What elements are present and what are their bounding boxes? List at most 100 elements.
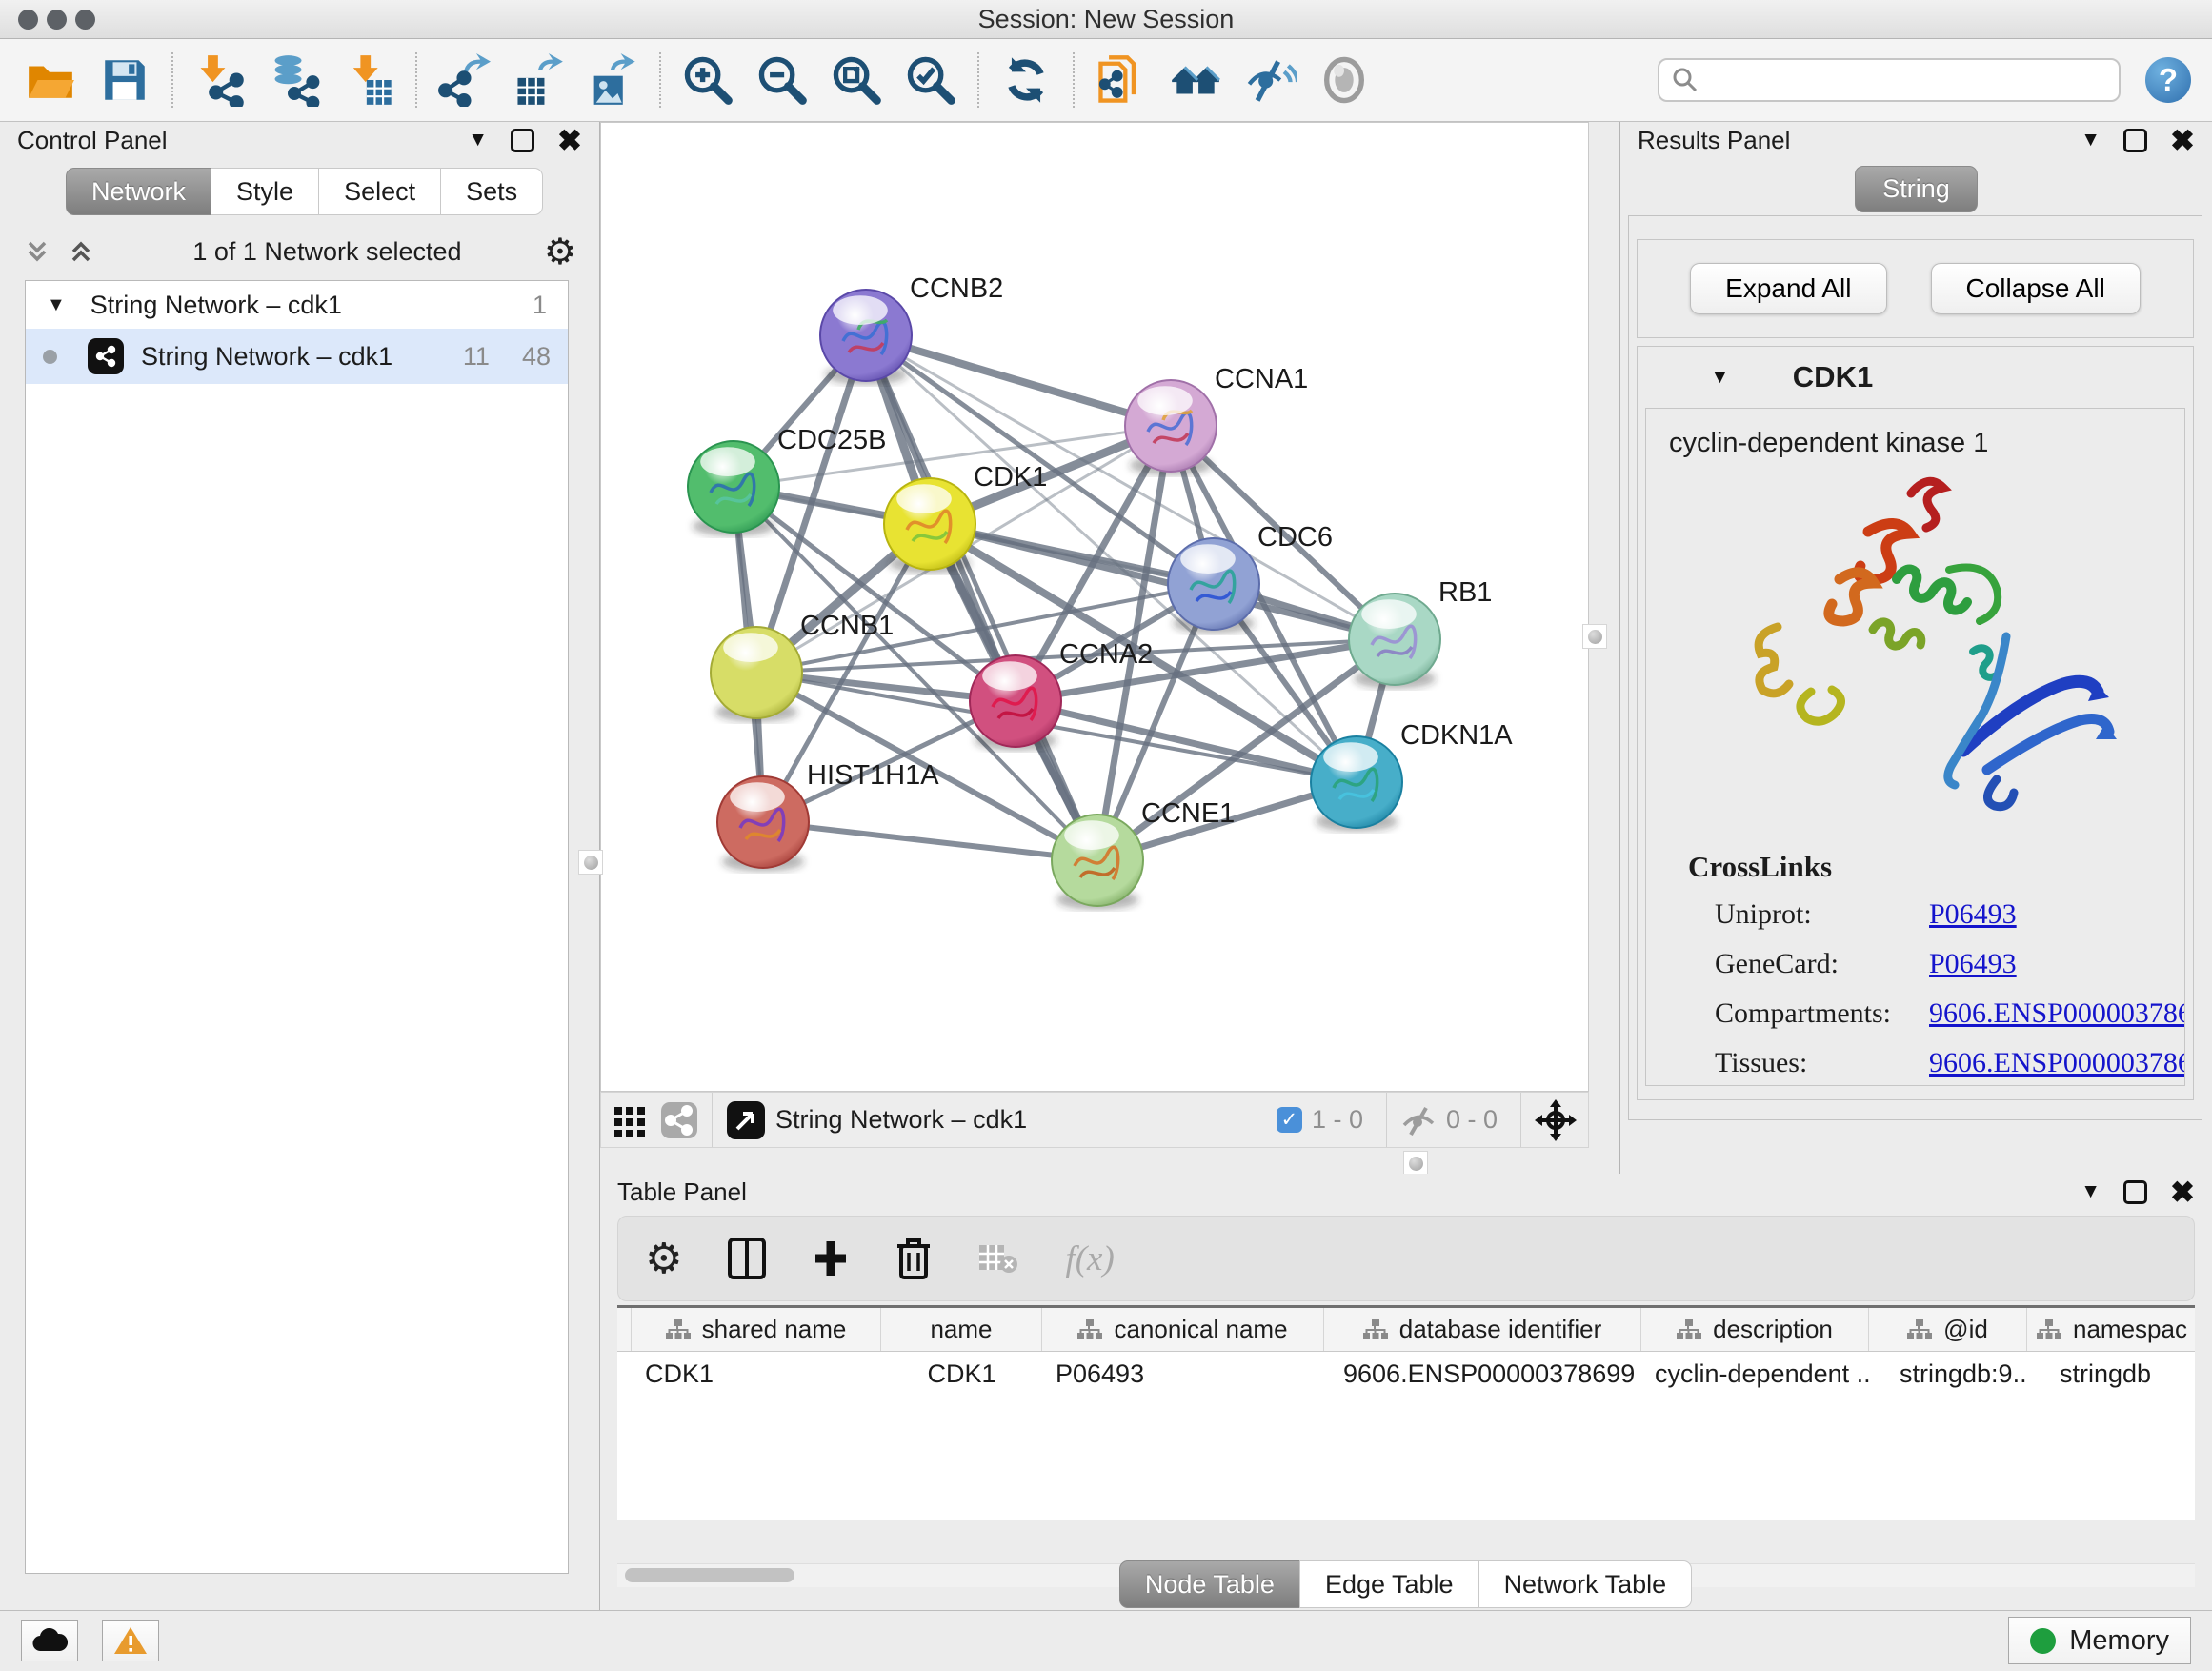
string-view-icon[interactable] (660, 1101, 698, 1139)
shared-column-icon (1363, 1319, 1388, 1341)
window-close-icon[interactable] (18, 10, 38, 30)
apply-style-button[interactable] (989, 48, 1063, 112)
table-options-gear-icon[interactable]: ⚙ (645, 1235, 682, 1283)
bottom-splitter-handle[interactable] (1403, 1151, 1428, 1176)
column-header-canonical-name[interactable]: canonical name (1042, 1308, 1324, 1351)
tab-select[interactable]: Select (318, 168, 441, 215)
hidden-eye-icon[interactable] (1400, 1104, 1437, 1137)
tab-sets[interactable]: Sets (440, 168, 543, 215)
crosslinks-section: CrossLinks Uniprot: P06493 GeneCard: P06… (1646, 835, 2184, 1086)
help-button[interactable]: ? (2145, 57, 2191, 103)
import-table-button[interactable] (332, 48, 406, 112)
section-caret-icon[interactable]: ▼ (1710, 366, 1730, 389)
expand-all-icon[interactable] (67, 237, 95, 266)
table-row[interactable]: CDK1 CDK1 P06493 9606.ENSP00000378699 cy… (617, 1352, 2195, 1396)
toolbar-right-group: ? (1658, 57, 2212, 103)
column-header-name[interactable]: name (881, 1308, 1042, 1351)
network-collection-row[interactable]: ▼ String Network – cdk1 1 (26, 281, 568, 329)
panel-menu-icon[interactable]: ▼ (2081, 129, 2101, 151)
fit-content-crosshair-icon[interactable] (1535, 1099, 1577, 1141)
network-tree: ▼ String Network – cdk1 1 String Network… (25, 280, 569, 1574)
node-label: HIST1H1A (807, 760, 939, 791)
window-minimize-icon[interactable] (47, 10, 67, 30)
grid-view-icon[interactable] (613, 1103, 647, 1137)
export-table-button[interactable] (501, 48, 575, 112)
import-network-from-database-button[interactable] (257, 48, 332, 112)
delete-table-icon (977, 1241, 1019, 1276)
tab-network[interactable]: Network (66, 168, 211, 215)
main-toolbar: ? (0, 39, 2212, 122)
add-column-icon[interactable] (812, 1238, 850, 1279)
show-columns-icon[interactable] (728, 1238, 766, 1279)
tab-edge-table[interactable]: Edge Table (1299, 1560, 1479, 1608)
search-input[interactable] (1699, 65, 2103, 96)
column-header-id[interactable]: @id (1869, 1308, 2027, 1351)
network-edge[interactable] (763, 822, 1097, 860)
tab-network-table[interactable]: Network Table (1478, 1560, 1693, 1608)
memory-button[interactable]: Memory (2008, 1617, 2191, 1664)
close-panel-icon[interactable]: ✖ (2170, 126, 2195, 155)
statusbar-separator (712, 1093, 713, 1147)
collapse-all-icon[interactable] (23, 237, 51, 266)
crosslink-row: GeneCard: P06493 (1646, 939, 2184, 989)
window-zoom-icon[interactable] (75, 10, 95, 30)
zoom-selected-button[interactable] (894, 48, 968, 112)
network-node-RB1[interactable]: RB1 (1349, 577, 1492, 689)
show-all-button[interactable] (1307, 48, 1381, 112)
network-node-HIST1H1A[interactable]: HIST1H1A (717, 760, 939, 872)
uniprot-link[interactable]: P06493 (1929, 898, 2017, 931)
network-options-gear-icon[interactable]: ⚙ (544, 231, 576, 272)
save-session-button[interactable] (88, 48, 162, 112)
close-panel-icon[interactable]: ✖ (557, 126, 582, 155)
panel-menu-icon[interactable]: ▼ (468, 129, 488, 151)
network-node-CCNA1[interactable]: CCNA1 (1125, 364, 1308, 475)
warnings-button[interactable] (102, 1620, 159, 1661)
panel-menu-icon[interactable]: ▼ (2081, 1180, 2101, 1203)
zoom-fit-button[interactable] (819, 48, 894, 112)
tissues-link[interactable]: 9606.ENSP00000378699 (1929, 1047, 2185, 1079)
delete-column-trash-icon[interactable] (895, 1237, 932, 1280)
collection-caret-icon[interactable]: ▼ (47, 294, 66, 316)
left-splitter-handle[interactable] (578, 850, 603, 875)
network-node-CDKN1A[interactable]: CDKN1A (1311, 720, 1513, 832)
hidden-count: 0 - 0 (1446, 1105, 1498, 1135)
zoom-in-button[interactable] (671, 48, 745, 112)
cloud-status-button[interactable] (21, 1620, 78, 1661)
tab-string[interactable]: String (1855, 166, 1978, 212)
network-edge[interactable] (866, 335, 1171, 426)
float-panel-icon[interactable] (511, 129, 534, 152)
column-header-database-identifier[interactable]: database identifier (1324, 1308, 1641, 1351)
import-network-button[interactable] (183, 48, 257, 112)
network-canvas[interactable]: CCNB2CCNA1CDC25BCDK1CDC6RB1CCNB1CCNA2CDK… (600, 122, 1589, 1092)
tab-node-table[interactable]: Node Table (1119, 1560, 1300, 1608)
open-session-button[interactable] (13, 48, 88, 112)
compartments-link[interactable]: 9606.ENSP00000378699 (1929, 997, 2185, 1030)
column-header-shared-name[interactable]: shared name (632, 1308, 881, 1351)
search-field[interactable] (1658, 58, 2121, 102)
zoom-out-button[interactable] (745, 48, 819, 112)
export-network-button[interactable] (427, 48, 501, 112)
genecard-link[interactable]: P06493 (1929, 948, 2017, 980)
network-graph[interactable]: CCNB2CCNA1CDC25BCDK1CDC6RB1CCNB1CCNA2CDK… (601, 123, 1588, 1091)
network-row-selected[interactable]: String Network – cdk1 11 48 (26, 329, 568, 384)
float-panel-icon[interactable] (2123, 129, 2147, 152)
hide-selected-button[interactable] (1233, 48, 1307, 112)
expand-all-button[interactable]: Expand All (1690, 263, 1886, 314)
birds-eye-view-icon[interactable] (726, 1100, 766, 1140)
first-neighbors-button[interactable] (1158, 48, 1233, 112)
close-panel-icon[interactable]: ✖ (2170, 1178, 2195, 1207)
tab-style[interactable]: Style (211, 168, 319, 215)
node-section-header[interactable]: ▼ CDK1 (1638, 347, 2193, 408)
zoom-selected-icon (904, 53, 957, 107)
column-header-namespace[interactable]: namespac (2027, 1308, 2195, 1351)
selected-checkbox-icon[interactable]: ✓ (1277, 1107, 1302, 1133)
right-splitter-handle[interactable] (1582, 624, 1607, 649)
column-header-description[interactable]: description (1641, 1308, 1869, 1351)
float-panel-icon[interactable] (2123, 1180, 2147, 1204)
collection-count: 1 (533, 291, 547, 320)
export-image-button[interactable] (575, 48, 650, 112)
collapse-all-button[interactable]: Collapse All (1931, 263, 2141, 314)
cloud-icon (31, 1628, 68, 1653)
clone-network-button[interactable] (1084, 48, 1158, 112)
collection-label: String Network – cdk1 (90, 291, 342, 320)
